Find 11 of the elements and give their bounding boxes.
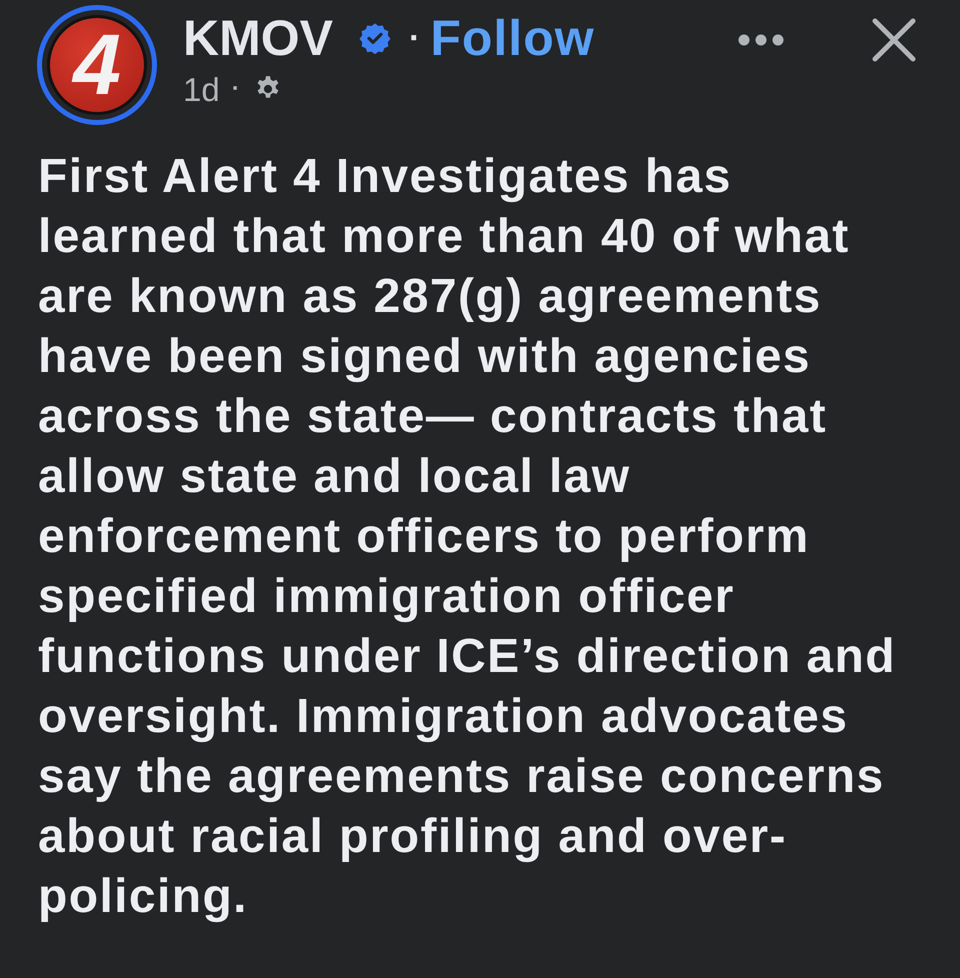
more-icon	[738, 34, 784, 46]
avatar-ring[interactable]: 4	[37, 5, 157, 125]
close-icon	[872, 18, 916, 62]
separator-dot: ·	[409, 21, 420, 55]
follow-button[interactable]: Follow	[430, 13, 595, 63]
author-name[interactable]: KMOV	[183, 13, 333, 63]
separator-dot: ·	[232, 77, 240, 101]
logo-avatar: 4	[47, 15, 147, 115]
timestamp[interactable]: 1d	[183, 72, 220, 106]
close-button[interactable]	[871, 17, 917, 63]
post-text: First Alert 4 Investigates has learned that more than 40 of what are known as 287(g) agreements have been signed with agencies across the state— contracts that allow state and local law enforcement officers to perform specified immigration officer functions under ICE’s direction and oversight. Immigration advocates say the agreements raise concerns about racial profiling and over-policing.	[38, 149, 897, 925]
